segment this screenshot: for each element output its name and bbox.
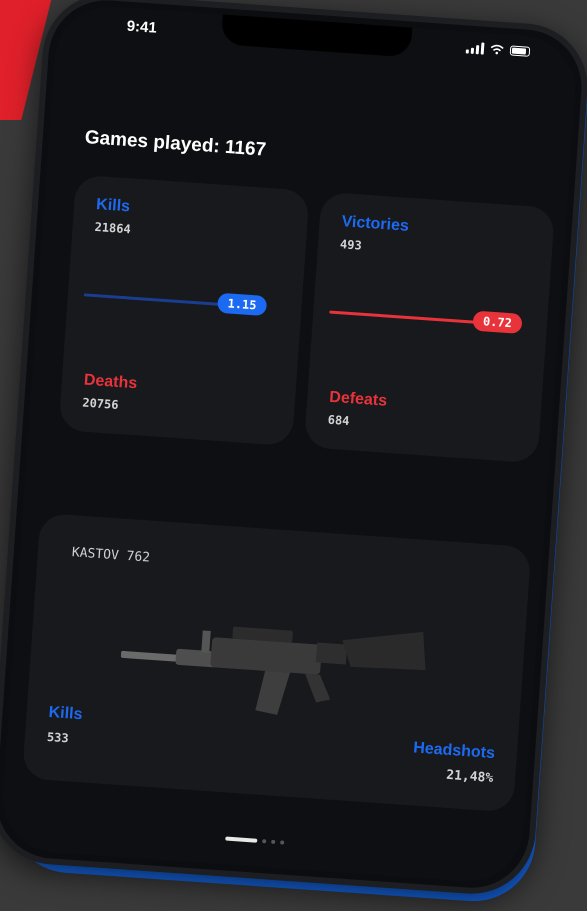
defeats-value: 684 xyxy=(327,412,350,429)
deaths-label: Deaths xyxy=(83,371,138,393)
victories-label: Victories xyxy=(341,213,410,235)
page-dot-active[interactable] xyxy=(225,836,258,843)
weapon-card[interactable]: KASTOV 762 Kills 533 Headshots 21,48% xyxy=(22,512,532,813)
wifi-icon xyxy=(490,44,504,55)
wl-ratio-line xyxy=(329,310,480,324)
status-time: 9:41 xyxy=(126,17,158,37)
status-icons xyxy=(465,41,531,57)
wl-card[interactable]: Victories 493 0.72 Defeats 684 xyxy=(303,191,556,464)
rifle-image xyxy=(120,626,426,715)
victories-value: 493 xyxy=(339,237,363,253)
signal-icon xyxy=(465,41,485,55)
kd-ratio-line xyxy=(83,293,224,307)
page-dot[interactable] xyxy=(280,840,285,845)
weapon-name: KASTOV 762 xyxy=(71,545,151,566)
notch xyxy=(220,14,413,58)
weapon-kills-label: Kills xyxy=(48,703,84,724)
kills-label: Kills xyxy=(95,195,131,216)
kd-ratio-badge: 1.15 xyxy=(216,292,268,317)
headshots-label: Headshots xyxy=(412,739,496,763)
battery-icon xyxy=(509,45,531,57)
wl-ratio-badge: 0.72 xyxy=(472,310,523,334)
phone-frame: 9:41 Games played: 1167 Kills 21864 1.15 xyxy=(0,0,587,898)
page-dot[interactable] xyxy=(262,839,267,844)
kd-card[interactable]: Kills 21864 1.15 Deaths 20756 xyxy=(58,174,310,447)
defeats-label: Defeats xyxy=(328,388,388,410)
weapon-kills-value: 533 xyxy=(46,729,70,746)
kills-value: 21864 xyxy=(94,219,132,237)
games-played-heading: Games played: 1167 xyxy=(84,127,267,161)
app-screen: 9:41 Games played: 1167 Kills 21864 1.15 xyxy=(0,2,579,886)
page-dot[interactable] xyxy=(271,839,276,845)
deaths-value: 20756 xyxy=(81,395,119,412)
phone-mockup-scene: 9:41 Games played: 1167 Kills 21864 1.15 xyxy=(0,0,587,911)
headshots-value: 21,48% xyxy=(445,767,494,787)
page-indicator[interactable] xyxy=(225,836,285,845)
